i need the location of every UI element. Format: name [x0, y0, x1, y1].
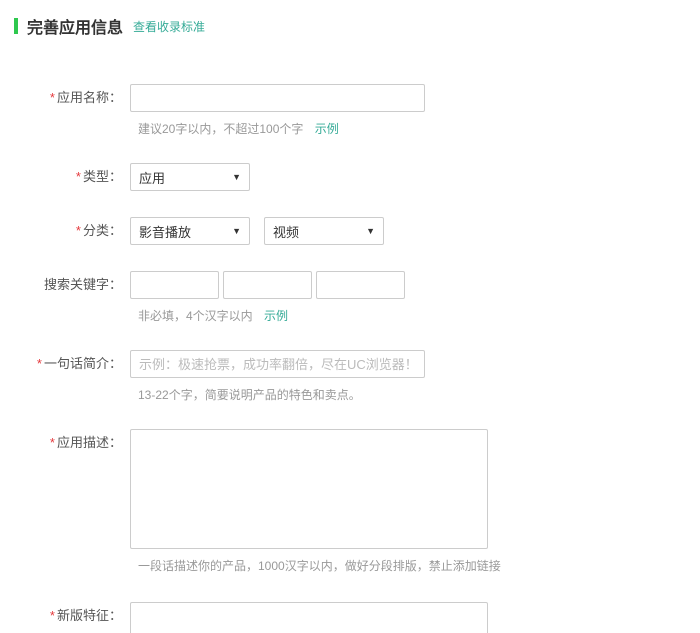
type-label: *类型：	[0, 163, 130, 191]
keywords-label: 搜索关键字：	[0, 271, 130, 299]
header: 完善应用信息 查看收录标准	[0, 0, 700, 38]
chevron-down-icon: ▼	[232, 172, 241, 182]
description-label: *应用描述：	[0, 429, 130, 457]
one-line-intro-group: *一句话简介： 13-22个字，简要说明产品的特色和卖点。	[0, 350, 700, 403]
category-group: *分类： 影音播放 ▼ 视频 ▼	[0, 217, 700, 245]
category-primary-select[interactable]: 影音播放 ▼	[130, 217, 250, 245]
app-name-example-link[interactable]: 示例	[315, 122, 339, 136]
view-inclusion-standards-link[interactable]: 查看收录标准	[133, 18, 205, 35]
type-group: *类型： 应用 ▼	[0, 163, 700, 191]
required-asterisk: *	[50, 435, 55, 450]
type-select[interactable]: 应用 ▼	[130, 163, 250, 191]
category-primary-value: 影音播放	[139, 222, 191, 241]
app-name-group: *应用名称： 建议20字以内，不超过100个字 示例	[0, 84, 700, 137]
page: 完善应用信息 查看收录标准 *应用名称： 建议20字以内，不超过100个字 示例…	[0, 0, 700, 633]
description-hint-row: 一段话描述你的产品，1000汉字以内，做好分段排版，禁止添加链接	[138, 557, 700, 574]
chevron-down-icon: ▼	[366, 226, 375, 236]
keyword-input-3[interactable]	[316, 271, 405, 299]
new-features-textarea[interactable]	[130, 602, 488, 633]
new-features-label: *新版特征：	[0, 602, 130, 630]
keywords-group: 搜索关键字： 非必填，4个汉字以内 示例	[0, 271, 700, 324]
required-asterisk: *	[76, 169, 81, 184]
required-asterisk: *	[50, 90, 55, 105]
page-title: 完善应用信息	[27, 14, 123, 38]
keyword-input-2[interactable]	[223, 271, 312, 299]
category-label: *分类：	[0, 217, 130, 245]
type-select-value: 应用	[139, 168, 165, 187]
keywords-example-link[interactable]: 示例	[264, 309, 288, 323]
one-line-intro-input[interactable]	[130, 350, 425, 378]
app-info-form: *应用名称： 建议20字以内，不超过100个字 示例 *类型： 应用 ▼ *分类…	[0, 84, 700, 633]
app-name-hint-row: 建议20字以内，不超过100个字 示例	[138, 120, 700, 137]
required-asterisk: *	[50, 608, 55, 623]
one-line-intro-hint-row: 13-22个字，简要说明产品的特色和卖点。	[138, 386, 700, 403]
keywords-hint-row: 非必填，4个汉字以内 示例	[138, 307, 700, 324]
description-hint: 一段话描述你的产品，1000汉字以内，做好分段排版，禁止添加链接	[138, 559, 501, 573]
one-line-intro-label: *一句话简介：	[0, 350, 130, 378]
category-secondary-value: 视频	[273, 222, 299, 241]
one-line-intro-hint: 13-22个字，简要说明产品的特色和卖点。	[138, 388, 361, 402]
required-asterisk: *	[37, 356, 42, 371]
title-accent-bar	[14, 18, 18, 34]
new-features-group: *新版特征：	[0, 602, 700, 633]
category-secondary-select[interactable]: 视频 ▼	[264, 217, 384, 245]
required-asterisk: *	[76, 223, 81, 238]
description-group: *应用描述： 一段话描述你的产品，1000汉字以内，做好分段排版，禁止添加链接	[0, 429, 700, 574]
app-name-hint: 建议20字以内，不超过100个字	[138, 122, 303, 136]
chevron-down-icon: ▼	[232, 226, 241, 236]
app-name-input[interactable]	[130, 84, 425, 112]
app-name-label: *应用名称：	[0, 84, 130, 112]
description-textarea[interactable]	[130, 429, 488, 549]
keywords-hint: 非必填，4个汉字以内	[138, 309, 253, 323]
keyword-input-1[interactable]	[130, 271, 219, 299]
